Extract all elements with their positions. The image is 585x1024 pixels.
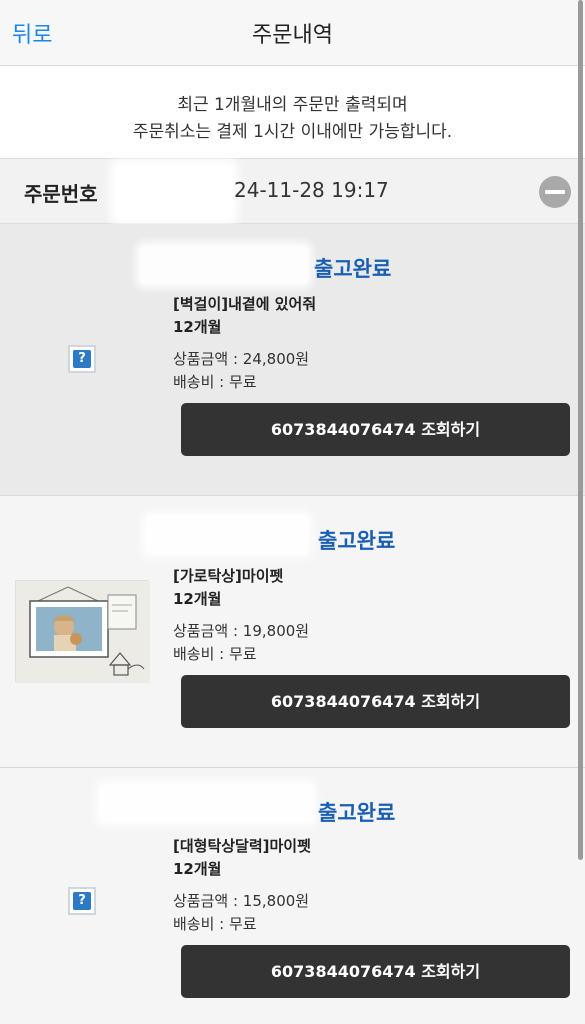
order-header[interactable]: 주문번호 24-11-28 19:17 xyxy=(0,159,585,224)
product-price: 상품금액 : 24,800원 xyxy=(173,350,310,368)
redacted-order-number xyxy=(116,165,232,219)
order-item: ? 출고완료 [대형탁상달력]마이펫 12개월 상품금액 : 15,800원 배… xyxy=(0,768,585,1024)
missing-image-icon: ? xyxy=(68,887,96,915)
order-date: 24-11-28 19:17 xyxy=(234,178,389,202)
order-item: 출고완료 [가로탁상]마이펫 12개월 상품금액 : 19,800원 배송비 :… xyxy=(0,496,585,768)
product-name: [가로탁상]마이펫 xyxy=(173,567,284,585)
product-period: 12개월 xyxy=(173,590,222,608)
product-period: 12개월 xyxy=(173,318,222,336)
order-item: ? 출고완료 [벽걸이]내곁에 있어줘 12개월 상품금액 : 24,800원 … xyxy=(0,224,585,496)
calendar-photo xyxy=(16,581,150,683)
status-badge: 출고완료 xyxy=(314,257,392,281)
track-shipment-button[interactable]: 6073844076474 조회하기 xyxy=(181,675,570,728)
redacted-item-id xyxy=(146,516,308,554)
order-number-label: 주문번호 xyxy=(24,182,98,206)
track-shipment-button[interactable]: 6073844076474 조회하기 xyxy=(181,945,570,998)
shipping-fee: 배송비 : 무료 xyxy=(173,915,257,933)
collapse-minus-icon[interactable] xyxy=(539,176,571,208)
page-title: 주문내역 xyxy=(252,23,333,48)
product-name: [대형탁상달력]마이펫 xyxy=(173,837,311,855)
notice-banner: 최근 1개월내의 주문만 출력되며 주문취소는 결제 1시간 이내에만 가능합니… xyxy=(0,66,585,159)
scrollbar[interactable] xyxy=(578,0,583,860)
product-price: 상품금액 : 19,800원 xyxy=(173,622,310,640)
product-period: 12개월 xyxy=(173,860,222,878)
notice-line-1: 최근 1개월내의 주문만 출력되며 xyxy=(177,95,408,115)
product-thumbnail xyxy=(15,580,150,683)
status-badge: 출고완료 xyxy=(318,529,396,553)
track-shipment-button[interactable]: 6073844076474 조회하기 xyxy=(181,403,570,456)
notice-line-2: 주문취소는 결제 1시간 이내에만 가능합니다. xyxy=(132,122,453,142)
redacted-item-id xyxy=(140,246,308,284)
status-badge: 출고완료 xyxy=(318,801,396,825)
shipping-fee: 배송비 : 무료 xyxy=(173,373,257,391)
redacted-item-id xyxy=(100,784,312,822)
missing-image-icon: ? xyxy=(68,345,96,373)
product-price: 상품금액 : 15,800원 xyxy=(173,892,310,910)
nav-bar: 뒤로 주문내역 xyxy=(0,0,585,66)
product-name: [벽걸이]내곁에 있어줘 xyxy=(173,295,317,313)
shipping-fee: 배송비 : 무료 xyxy=(173,645,257,663)
